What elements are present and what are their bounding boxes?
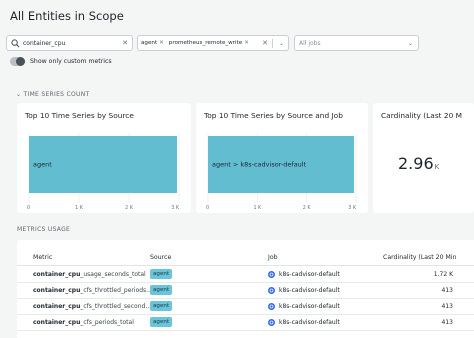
bar-label: agent <box>33 161 52 169</box>
metric-suffix: _cfs_throttled_second... <box>80 303 152 310</box>
divider <box>272 39 273 48</box>
metric-suffix: _usage_seconds_total <box>80 271 146 278</box>
metric-name[interactable]: container_cpu_usage_seconds_total <box>33 271 146 278</box>
close-icon[interactable]: ✕ <box>120 39 130 47</box>
x-tick-label: 3 K <box>171 205 180 211</box>
chevron-down-icon[interactable]: ⌄ <box>279 40 284 47</box>
custom-metrics-toggle[interactable] <box>10 57 25 66</box>
source-tag: agent <box>150 301 173 311</box>
metric-prefix: container_cpu <box>33 303 81 310</box>
kubernetes-icon <box>268 303 275 310</box>
x-tick-label: 0 <box>27 205 30 211</box>
column-header-metric[interactable]: Metric <box>33 254 52 261</box>
x-tick-label: 2 K <box>303 205 312 211</box>
cardinality-value: 2.96K <box>398 154 439 173</box>
x-tick-label: 1 K <box>75 205 84 211</box>
job-cell: k8s-cadvisor-default <box>268 319 340 326</box>
section-header-metrics-usage: METRICS USAGE <box>17 226 71 233</box>
source-chip-label: prometheus_remote_write <box>168 40 243 46</box>
section-header-time-series-count[interactable]: ⌄ TIME SERIES COUNT <box>16 91 89 98</box>
metric-prefix: container_cpu <box>33 287 81 294</box>
source-chip[interactable]: agent ✕ <box>141 40 164 46</box>
job-cell: k8s-cadvisor-default <box>268 287 340 294</box>
table-header: Metric Source Job Cardinality (Last 20 M… <box>17 240 474 266</box>
close-icon[interactable]: ✕ <box>159 40 164 46</box>
cardinality-unit: K <box>434 163 440 171</box>
column-header-job[interactable]: Job <box>268 254 278 261</box>
job-name: k8s-cadvisor-default <box>279 287 340 294</box>
job-cell: k8s-cadvisor-default <box>268 303 340 310</box>
panel-cardinality: Cardinality (Last 20 M 2.96K <box>373 103 474 213</box>
section-title: TIME SERIES COUNT <box>23 91 90 98</box>
bar-label: agent > k8s-cadvisor-default <box>212 161 307 169</box>
panel-title: Cardinality (Last 20 M <box>381 111 463 120</box>
x-tick-label: 2 K <box>125 205 134 211</box>
chevron-down-icon: ⌄ <box>16 91 24 98</box>
kubernetes-icon <box>268 319 275 326</box>
cardinality-cell: 413 <box>441 303 453 310</box>
jobs-filter-select[interactable]: All jobs ⌄ <box>294 35 419 51</box>
source-tag: agent <box>150 269 173 279</box>
close-icon[interactable]: ✕ <box>262 39 268 47</box>
cardinality-cell: 413 <box>441 287 453 294</box>
cardinality-number: 2.96 <box>398 154 434 173</box>
toggle-knob <box>16 57 25 66</box>
metric-name[interactable]: container_cpu_cfs_periods_total <box>33 319 134 326</box>
table-row[interactable]: container_cpu_cfs_throttled_periods... a… <box>17 283 474 299</box>
panel-by-source: Top 10 Time Series by Source 01 K2 K3 Ka… <box>17 103 191 213</box>
source-chip-label: agent <box>141 40 158 46</box>
table-row[interactable]: container_cpu_usage_seconds_total agent … <box>17 267 474 283</box>
metric-suffix: _cfs_throttled_periods... <box>80 287 152 294</box>
metrics-usage-table: Metric Source Job Cardinality (Last 20 M… <box>17 240 474 338</box>
cardinality-cell: 1.72 K <box>433 271 453 278</box>
page-title: All Entities in Scope <box>10 9 124 23</box>
source-filter-select[interactable]: agent ✕ prometheus_remote_write ✕ ✕ ⌄ <box>137 35 289 51</box>
kubernetes-icon <box>268 271 275 278</box>
close-icon[interactable]: ✕ <box>244 40 249 46</box>
job-name: k8s-cadvisor-default <box>279 271 340 278</box>
source-chip[interactable]: prometheus_remote_write ✕ <box>169 40 249 46</box>
metric-prefix: container_cpu <box>33 319 81 326</box>
jobs-placeholder: All jobs <box>299 39 321 47</box>
column-header-source[interactable]: Source <box>150 254 171 261</box>
table-row[interactable]: container_cpu_cfs_periods_total agent k8… <box>17 315 474 331</box>
toggle-label: Show only custom metrics <box>30 58 112 65</box>
chart-by-source-and-job: 0 1 K 2 K 3 K agent > k8s-cadvisor-default <box>206 133 357 211</box>
search-icon <box>11 38 20 47</box>
metric-name[interactable]: container_cpu_cfs_throttled_second... <box>33 303 151 310</box>
job-name: k8s-cadvisor-default <box>279 303 340 310</box>
source-tag: agent <box>150 285 173 295</box>
search-input-value: container_cpu <box>23 39 66 47</box>
metric-suffix: _cfs_periods_total <box>80 319 134 326</box>
x-tick-label: 0 <box>206 205 209 211</box>
x-tick-label: 1 K <box>253 205 262 211</box>
source-tag: agent <box>150 317 173 327</box>
panel-by-source-and-job: Top 10 Time Series by Source and Job 01 … <box>196 103 368 213</box>
metric-prefix: container_cpu <box>33 271 81 278</box>
job-name: k8s-cadvisor-default <box>279 319 340 326</box>
metric-name[interactable]: container_cpu_cfs_throttled_periods... <box>33 287 152 294</box>
table-row[interactable]: container_cpu_cfs_throttled_second... ag… <box>17 299 474 315</box>
job-cell: k8s-cadvisor-default <box>268 271 340 278</box>
search-input[interactable]: container_cpu ✕ <box>6 35 133 51</box>
chart-by-source: 0 1 K 2 K 3 K agent <box>27 133 180 211</box>
chevron-down-icon: ⌄ <box>407 39 413 47</box>
cardinality-cell: 413 <box>441 319 453 326</box>
kubernetes-icon <box>268 287 275 294</box>
x-tick-label: 3 K <box>348 205 357 211</box>
column-header-cardinality[interactable]: Cardinality (Last 20 Min <box>383 254 457 261</box>
